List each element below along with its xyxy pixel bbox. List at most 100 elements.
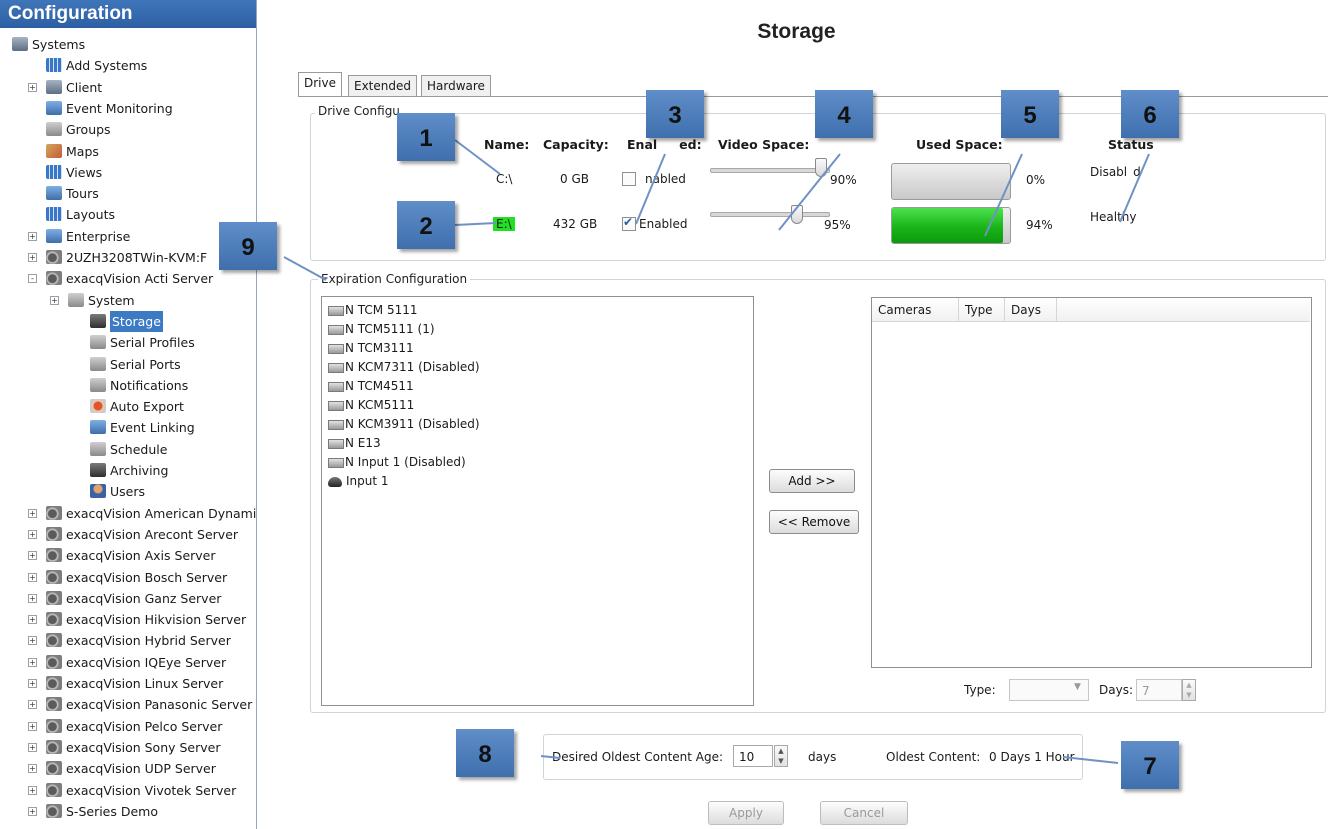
tab-extended[interactable]: Extended — [348, 75, 417, 96]
tree-item-exacqvision-hybrid-server[interactable]: + exacqVision Hybrid Server — [0, 630, 256, 651]
camera-list-item[interactable]: N E13 — [328, 434, 381, 453]
video-space-header: Video Space: — [718, 137, 810, 152]
tree-item-exacqvision-american-dynami[interactable]: + exacqVision American Dynami — [0, 503, 256, 524]
days-input[interactable]: 7 — [1136, 679, 1182, 701]
camera-list-item[interactable]: N KCM3911 (Disabled) — [328, 415, 480, 434]
expand-icon[interactable]: + — [28, 593, 37, 603]
cancel-button[interactable]: Cancel — [820, 801, 908, 825]
expand-icon[interactable]: + — [28, 721, 37, 731]
tree-item-client[interactable]: + Client — [0, 77, 256, 98]
tree-item-exacqvision-bosch-server[interactable]: + exacqVision Bosch Server — [0, 567, 256, 588]
expand-icon[interactable]: + — [28, 700, 37, 710]
grid-icon — [46, 164, 62, 179]
expand-icon[interactable]: + — [28, 82, 37, 92]
camera-list-item[interactable]: N TCM4511 — [328, 377, 414, 396]
expand-icon[interactable]: + — [28, 764, 37, 774]
server-icon — [46, 569, 62, 584]
drive-enabled-checkbox-c[interactable] — [622, 172, 636, 186]
column-header-days[interactable]: Days — [1005, 298, 1057, 322]
dome-camera-icon — [328, 476, 342, 487]
desired-oldest-content-age-input[interactable]: 10 — [733, 745, 773, 767]
add-button[interactable]: Add >> — [769, 469, 855, 493]
tree-item-storage[interactable]: Storage — [0, 310, 256, 332]
tree-item-archiving[interactable]: Archiving — [0, 460, 256, 481]
days-spinner[interactable]: ▲ ▼ — [1182, 679, 1196, 701]
tree-item-exacqvision-linux-server[interactable]: + exacqVision Linux Server — [0, 673, 256, 694]
tree-item-exacqvision-acti-server[interactable]: - exacqVision Acti Server — [0, 268, 256, 289]
tree-item-auto-export[interactable]: Auto Export — [0, 396, 256, 417]
remove-button[interactable]: << Remove — [769, 510, 859, 534]
tree-item-exacqvision-arecont-server[interactable]: + exacqVision Arecont Server — [0, 524, 256, 545]
tree-item-exacqvision-iqeye-server[interactable]: + exacqVision IQEye Server — [0, 652, 256, 673]
drive-enabled-checkbox-e[interactable] — [622, 215, 636, 231]
content-age-spinner[interactable]: ▲ ▼ — [774, 745, 788, 767]
tree-item-exacqvision-panasonic-server[interactable]: + exacqVision Panasonic Server — [0, 694, 256, 715]
available-cameras-list[interactable]: N TCM 5111 N TCM5111 (1) N TCM3111 N KCM731… — [321, 296, 754, 706]
expand-icon[interactable]: + — [28, 742, 37, 752]
expand-icon[interactable]: + — [28, 679, 37, 688]
tree-item-schedule[interactable]: Schedule — [0, 439, 256, 460]
tree-item-groups[interactable]: Groups — [0, 119, 256, 140]
callout-7: 7 — [1121, 741, 1179, 789]
chevron-down-icon[interactable]: ▼ — [1074, 682, 1081, 692]
expand-icon[interactable]: + — [28, 529, 37, 539]
expand-icon[interactable]: + — [28, 508, 37, 518]
tree-item-views[interactable]: Views — [0, 162, 256, 183]
server-icon — [46, 612, 62, 627]
assigned-cameras-table[interactable]: Cameras Type Days — [871, 297, 1312, 668]
tab-hardware[interactable]: Hardware — [421, 75, 491, 96]
expand-icon[interactable]: + — [28, 572, 37, 582]
tree-item-exacqvision-vivotek-server[interactable]: + exacqVision Vivotek Server — [0, 780, 256, 801]
expand-icon[interactable]: + — [28, 615, 37, 625]
tree-item-exacqvision-udp-server[interactable]: + exacqVision UDP Server — [0, 758, 256, 779]
collapse-icon[interactable]: - — [28, 274, 37, 284]
camera-list-item[interactable]: Input 1 — [328, 472, 389, 491]
expand-icon[interactable]: + — [28, 657, 37, 667]
tree-item-event-linking[interactable]: Event Linking — [0, 417, 256, 438]
tree-item-serial-profiles[interactable]: Serial Profiles — [0, 332, 256, 353]
expand-icon[interactable]: + — [28, 806, 37, 816]
tree-item-system[interactable]: + System — [0, 290, 256, 311]
video-space-slider-e[interactable] — [710, 212, 830, 217]
tab-drive[interactable]: Drive — [298, 72, 342, 97]
expand-icon[interactable]: + — [28, 231, 37, 241]
tree-item-exacqvision-sony-server[interactable]: + exacqVision Sony Server — [0, 737, 256, 758]
apply-button[interactable]: Apply — [708, 801, 784, 825]
camera-icon — [328, 400, 344, 411]
callout-1: 1 — [397, 113, 455, 161]
video-space-slider-thumb-e[interactable] — [791, 205, 803, 224]
tree-item-users[interactable]: Users — [0, 481, 256, 502]
expand-icon[interactable]: + — [28, 785, 37, 795]
video-space-slider-thumb-c[interactable] — [815, 158, 827, 177]
expand-icon[interactable]: + — [28, 636, 37, 646]
tree-item-maps[interactable]: Maps — [0, 141, 256, 162]
tree-item-exacqvision-axis-server[interactable]: + exacqVision Axis Server — [0, 545, 256, 566]
tree-item-exacqvision-ganz-server[interactable]: + exacqVision Ganz Server — [0, 588, 256, 609]
tree-item-serial-ports[interactable]: Serial Ports — [0, 354, 256, 375]
tree-item-label: exacqVision Vivotek Server — [66, 782, 237, 798]
expand-icon[interactable]: + — [28, 551, 37, 561]
tree-item-exacqvision-hikvision-server[interactable]: + exacqVision Hikvision Server — [0, 609, 256, 630]
tree-item-add-systems[interactable]: Add Systems — [0, 55, 256, 76]
tree-item-enterprise[interactable]: + Enterprise — [0, 226, 256, 247]
camera-list-item[interactable]: N TCM3111 — [328, 339, 414, 358]
server-icon — [46, 697, 62, 712]
camera-list-item[interactable]: N Input 1 (Disabled) — [328, 453, 466, 472]
camera-list-item[interactable]: N TCM 5111 — [328, 301, 418, 320]
camera-list-item[interactable]: N TCM5111 (1) — [328, 320, 435, 339]
video-space-slider-c[interactable] — [710, 168, 830, 173]
tree-item-exacqvision-pelco-server[interactable]: + exacqVision Pelco Server — [0, 716, 256, 737]
expand-icon[interactable]: + — [28, 253, 37, 262]
tree-item-event-monitoring[interactable]: Event Monitoring — [0, 98, 256, 119]
tree-item-notifications[interactable]: Notifications — [0, 375, 256, 396]
tree-item-layouts[interactable]: Layouts — [0, 204, 256, 225]
tree-item-systems[interactable]: Systems — [0, 34, 256, 55]
camera-list-item[interactable]: N KCM7311 (Disabled) — [328, 358, 480, 377]
column-header-cameras[interactable]: Cameras — [872, 298, 959, 322]
tree-item-2uzh3208twin-kvm-f[interactable]: +2UZH3208TWin-KVM:F — [0, 247, 256, 268]
expand-icon[interactable]: + — [50, 295, 59, 305]
tree-item-tours[interactable]: Tours — [0, 183, 256, 204]
camera-list-item[interactable]: N KCM5111 — [328, 396, 414, 415]
column-header-type[interactable]: Type — [959, 298, 1005, 322]
tree-item-s-series-demo[interactable]: + S-Series Demo — [0, 801, 256, 822]
